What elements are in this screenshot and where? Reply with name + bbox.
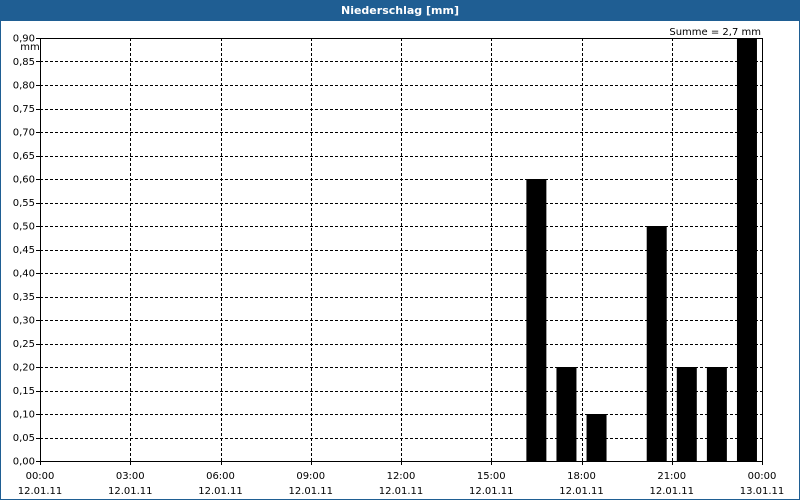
y-tick-label: 0,65 [13,151,35,162]
x-tick-time: 21:00 [657,471,686,482]
x-tick-date: 13.01.11 [740,486,785,497]
y-tick-label: 0,60 [13,175,35,186]
x-tick-date: 12.01.11 [108,486,153,497]
y-axis-label: mm [20,42,39,53]
x-tick-time: 12:00 [387,471,416,482]
bar [526,179,547,461]
bar [586,414,607,461]
y-tick-label: 0,35 [13,292,35,303]
x-tick-time: 03:00 [116,471,145,482]
y-tick-label: 0,20 [13,363,35,374]
x-tick-time: 09:00 [296,471,325,482]
x-tick-date: 12.01.11 [559,486,604,497]
x-tick-time: 06:00 [206,471,235,482]
x-tick-date: 12.01.11 [649,486,694,497]
x-tick-time: 00:00 [748,471,777,482]
bar [646,226,667,461]
bar [676,367,697,461]
y-tick-label: 0,00 [13,457,35,468]
bar [706,367,727,461]
y-tick-label: 0,70 [13,128,35,139]
y-axis-ticks: 0,00 0,05 0,10 0,15 0,20 0,25 0,30 0,35 0,40 0,45… [13,34,40,468]
bar [736,38,757,461]
x-tick-date: 12.01.11 [198,486,243,497]
y-tick-label: 0,45 [13,245,35,256]
bars [526,38,757,461]
y-tick-label: 0,15 [13,386,35,397]
x-tick-date: 12.01.11 [469,486,514,497]
sum-annotation: Summe = 2,7 mm [669,27,761,38]
x-tick-time: 15:00 [477,471,506,482]
y-tick-label: 0,25 [13,339,35,350]
bar [556,367,577,461]
x-tick-date: 12.01.11 [379,486,424,497]
y-tick-label: 0,75 [13,104,35,115]
x-tick-time: 00:00 [26,471,55,482]
x-axis-ticks: 00:00 12.01.11 03:00 12.01.11 06:00 12.01.11 0… [18,461,785,497]
y-tick-label: 0,40 [13,269,35,280]
y-tick-label: 0,80 [13,81,35,92]
y-tick-label: 0,50 [13,222,35,233]
precipitation-chart: 0,00 0,05 0,10 0,15 0,20 0,25 0,30 0,35 0,40 0,45… [13,27,785,497]
y-tick-label: 0,85 [13,57,35,68]
x-tick-time: 18:00 [567,471,596,482]
y-tick-label: 0,05 [13,433,35,444]
y-tick-label: 0,55 [13,198,35,209]
x-tick-date: 12.01.11 [288,486,333,497]
y-tick-label: 0,30 [13,316,35,327]
y-tick-label: 0,10 [13,410,35,421]
x-tick-date: 12.01.11 [18,486,63,497]
